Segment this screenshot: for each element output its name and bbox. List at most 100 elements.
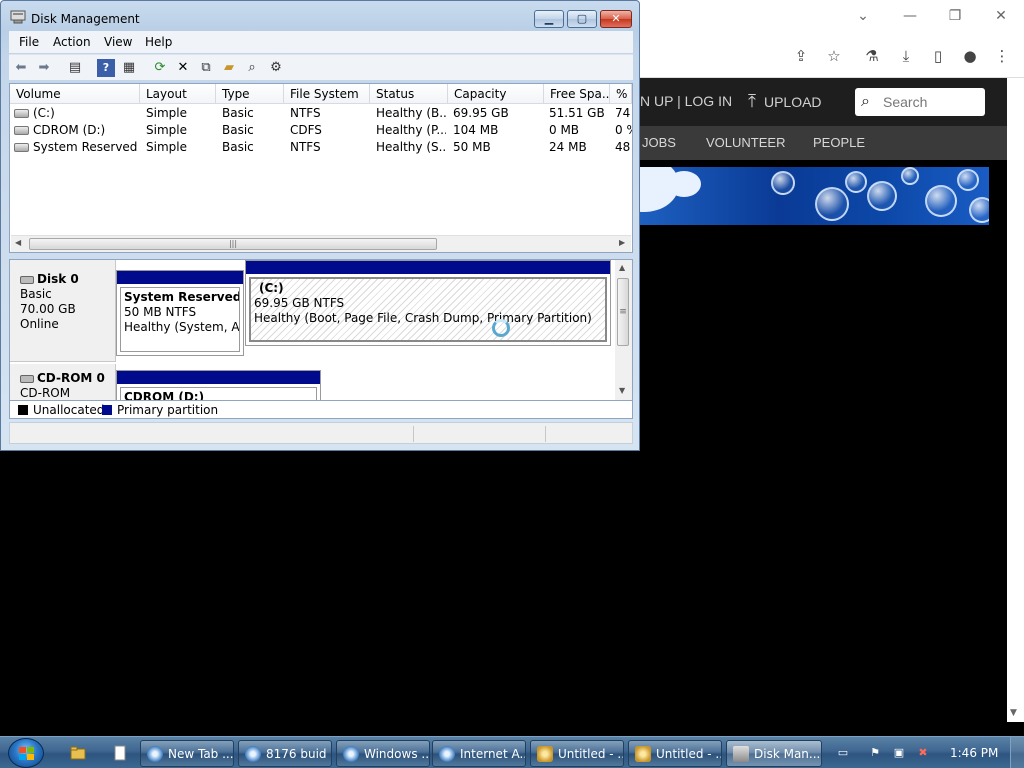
network-icon[interactable]: ▣ (892, 747, 906, 759)
column-header-layout[interactable]: Layout (140, 84, 216, 104)
taskbar-task-untitled-2[interactable]: Untitled - ... (628, 740, 722, 767)
extension-flask-icon[interactable]: ⚗ (862, 46, 882, 66)
explorer-folder-icon[interactable] (70, 745, 86, 761)
menu-action[interactable]: Action (53, 35, 91, 49)
taskbar-task-8176-build[interactable]: 8176 buid ... (238, 740, 332, 767)
refresh-icon[interactable]: ⟳ (151, 59, 169, 77)
column-header-status[interactable]: Status (370, 84, 448, 104)
scroll-up-arrow-icon[interactable]: ▲ (619, 263, 625, 272)
menu-kebab-icon[interactable]: ⋮ (992, 46, 1012, 66)
nav-jobs[interactable]: JOBS (642, 135, 676, 150)
partition-c-drive[interactable]: (C:) 69.95 GB NTFS Healthy (Boot, Page F… (245, 260, 611, 346)
action-center-flag-icon[interactable]: ⚑ (868, 747, 882, 759)
hard-drive-icon (14, 109, 29, 118)
maximize-button[interactable]: ▢ (567, 10, 597, 28)
tab-search-chevron-icon[interactable]: ⌄ (851, 6, 875, 26)
hard-disk-icon (20, 275, 34, 284)
table-row[interactable]: System Reserved Simple Basic NTFS Health… (10, 139, 632, 156)
browser-scrollbar[interactable]: ▼ (1007, 78, 1024, 722)
column-header-volume[interactable]: Volume (10, 84, 140, 104)
bubble-shape (845, 171, 867, 193)
site-search-box[interactable]: ⌕ Search (855, 88, 985, 116)
site-login-link[interactable]: N UP | LOG IN (640, 93, 732, 109)
cell-percent-free: 0 % (615, 123, 632, 137)
close-button[interactable]: ✕ (600, 10, 632, 28)
rescan-disks-icon[interactable]: ⧉ (197, 59, 215, 77)
side-panel-icon[interactable]: ▯ (928, 46, 948, 66)
menu-file[interactable]: File (19, 35, 39, 49)
scroll-down-arrow-icon[interactable]: ▼ (1010, 708, 1017, 718)
site-banner-image (639, 167, 989, 225)
taskbar-task-windows[interactable]: Windows ... (336, 740, 430, 767)
taskbar-task-disk-management[interactable]: Disk Man... (726, 740, 822, 767)
paint-icon (635, 746, 651, 762)
disk-name: Disk 0 (37, 272, 79, 286)
open-folder-icon[interactable]: ▰ (220, 59, 238, 77)
table-row[interactable]: (C:) Simple Basic NTFS Healthy (B... 69.… (10, 105, 632, 122)
scroll-left-arrow-icon[interactable]: ◀ (15, 238, 21, 247)
partition-body: (C:) 69.95 GB NTFS Healthy (Boot, Page F… (249, 277, 607, 342)
taskbar-task-internet[interactable]: Internet A... (432, 740, 526, 767)
scroll-down-arrow-icon[interactable]: ▼ (619, 386, 625, 395)
column-header-filesystem[interactable]: File System (284, 84, 370, 104)
nav-people[interactable]: PEOPLE (813, 135, 865, 150)
disk-0-info[interactable]: Disk 0 Basic 70.00 GB Online (10, 260, 116, 362)
forward-arrow-icon[interactable]: ➡ (35, 59, 53, 77)
site-upload-link[interactable]: ⤒ UPLOAD (748, 91, 822, 112)
scroll-thumb[interactable]: ||| (29, 238, 437, 250)
close-icon[interactable]: ✕ (989, 6, 1013, 26)
column-header-type[interactable]: Type (216, 84, 284, 104)
keyboard-icon[interactable]: ▭ (836, 747, 850, 759)
legend-swatch-primary (102, 405, 112, 415)
search-icon[interactable]: ⌕ (243, 59, 261, 77)
minimize-button[interactable]: ▁ (534, 10, 564, 28)
profile-avatar-icon[interactable]: ● (960, 46, 980, 66)
nav-volunteer[interactable]: VOLUNTEER (706, 135, 785, 150)
busy-cursor-icon (492, 319, 510, 337)
column-header-capacity[interactable]: Capacity (448, 84, 544, 104)
disk-view-vscrollbar[interactable]: ▲ ≡ ▼ (615, 260, 632, 400)
start-button[interactable] (8, 738, 44, 768)
scroll-right-arrow-icon[interactable]: ▶ (619, 238, 625, 247)
volume-muted-icon[interactable]: ✖ (916, 747, 930, 759)
console-tree-icon[interactable]: ▤ (66, 59, 84, 77)
menubar: File Action View Help (9, 31, 633, 53)
menu-help[interactable]: Help (145, 35, 172, 49)
partition-system-reserved[interactable]: System Reserved 50 MB NTFS Healthy (Syst… (116, 270, 244, 356)
dm-titlebar[interactable]: Disk Management ▁ ▢ ✕ (1, 1, 639, 31)
minimize-icon[interactable]: — (898, 6, 922, 26)
download-icon[interactable]: ⤓ (896, 46, 916, 66)
menu-view[interactable]: View (104, 35, 132, 49)
show-desktop-button[interactable] (1010, 737, 1024, 768)
clock[interactable]: 1:46 PM (950, 746, 998, 760)
task-label: Internet A... (460, 747, 526, 761)
table-row[interactable]: CDROM (D:) Simple Basic CDFS Healthy (P.… (10, 122, 632, 139)
cell-volume: CDROM (D:) (14, 123, 138, 137)
taskbar-task-new-tab[interactable]: New Tab ... (140, 740, 234, 767)
partition-status: Healthy (Boot, Page File, Crash Dump, Pr… (254, 311, 592, 325)
task-label: Untitled - ... (558, 747, 624, 761)
cd-drive-icon (20, 374, 34, 383)
restore-icon[interactable]: ❐ (943, 6, 967, 26)
properties-icon[interactable]: ▦ (120, 59, 138, 77)
partition-cdrom[interactable]: CDROM (D:) (116, 370, 321, 400)
volume-list-hscrollbar[interactable]: ◀ ||| ▶ (11, 235, 631, 252)
cdrom-0-info[interactable]: CD-ROM 0 CD-ROM (10, 364, 116, 400)
cell-filesystem: NTFS (290, 140, 321, 154)
cell-status: Healthy (B... (376, 106, 446, 120)
taskbar-task-untitled-1[interactable]: Untitled - ... (530, 740, 624, 767)
help-icon[interactable]: ? (97, 59, 115, 77)
settings-icon[interactable]: ⚙ (267, 59, 285, 77)
cell-volume: System Reserved (14, 140, 138, 154)
partition-body: CDROM (D:) (120, 387, 317, 400)
disk-graphical-view: Disk 0 Basic 70.00 GB Online System Rese… (9, 259, 633, 401)
bookmark-star-icon[interactable]: ☆ (824, 46, 844, 66)
scroll-thumb[interactable]: ≡ (617, 278, 629, 346)
browser-icon (147, 746, 163, 762)
document-icon[interactable] (112, 745, 128, 761)
column-header-free-space[interactable]: Free Spa... (544, 84, 610, 104)
column-header-percent-free[interactable]: % F (610, 84, 632, 104)
back-arrow-icon[interactable]: ⬅ (12, 59, 30, 77)
share-icon[interactable]: ⇪ (791, 46, 811, 66)
delete-icon[interactable]: ✕ (174, 59, 192, 77)
